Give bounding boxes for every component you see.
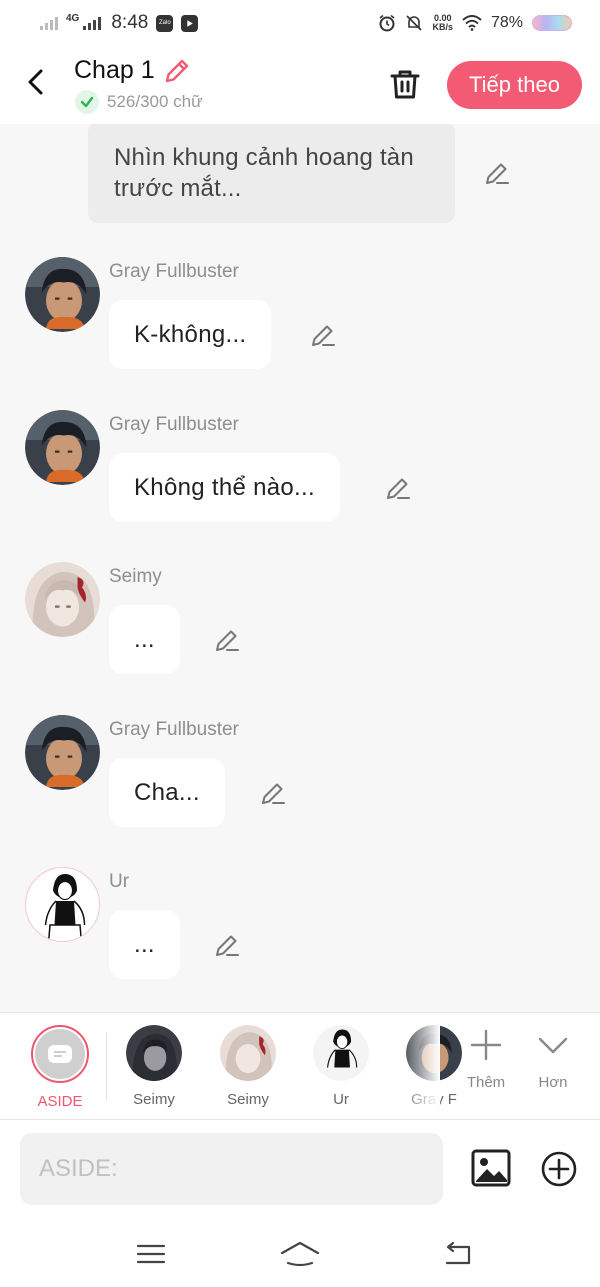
speaker-name: Gray Fullbuster: [109, 719, 239, 740]
edit-narration-button[interactable]: [482, 158, 512, 188]
character-chip[interactable]: Seimy: [208, 1023, 288, 1115]
character-avatar: [313, 1025, 369, 1081]
speaker-name: Gray Fullbuster: [109, 414, 239, 435]
edit-message-button[interactable]: [212, 930, 242, 960]
plus-circle-icon: [541, 1151, 577, 1187]
message-bubble[interactable]: Không thể nào...: [109, 453, 340, 522]
chapter-title[interactable]: Chap 1: [74, 56, 191, 85]
trash-icon: [390, 70, 420, 99]
pencil-icon: [486, 163, 509, 184]
image-icon: [471, 1149, 511, 1187]
nav-back-button[interactable]: [437, 1234, 477, 1274]
pencil-icon: [312, 325, 335, 346]
speaker-name: Seimy: [109, 566, 162, 587]
chat-area[interactable]: Nhìn khung cảnh hoang tàn trước mắt... G…: [0, 124, 600, 1012]
insert-image-button[interactable]: [470, 1147, 512, 1189]
more-characters-button[interactable]: Hơn: [525, 1027, 581, 1091]
chevron-left-icon: [28, 69, 43, 95]
scroll-fade: [400, 1013, 440, 1119]
network-type: 4G: [66, 12, 80, 24]
chapter-title-text: Chap 1: [74, 56, 155, 84]
battery-percent: 78%: [490, 14, 523, 31]
nav-home-button[interactable]: [280, 1234, 320, 1274]
back-button[interactable]: [18, 64, 54, 100]
character-label: Seimy: [133, 1091, 175, 1108]
aside-chip[interactable]: ASIDE: [20, 1023, 100, 1115]
insert-button[interactable]: [540, 1150, 578, 1188]
avatar-gray-fullbuster[interactable]: [25, 257, 100, 332]
message-bubble[interactable]: ...: [109, 910, 180, 979]
character-chip[interactable]: Ur: [301, 1023, 381, 1115]
edit-message-button[interactable]: [212, 625, 242, 655]
edit-message-button[interactable]: [258, 778, 288, 808]
add-character-button[interactable]: Thêm: [458, 1027, 514, 1091]
avatar-gray-fullbuster[interactable]: [25, 715, 100, 790]
more-label: Hơn: [538, 1074, 568, 1091]
character-avatar: [220, 1025, 276, 1081]
divider: [106, 1033, 107, 1101]
battery-icon: [532, 15, 572, 31]
message-bubble[interactable]: K-không...: [109, 300, 272, 369]
pencil-icon[interactable]: [163, 57, 191, 85]
check-icon: [75, 90, 99, 114]
edit-message-button[interactable]: [383, 473, 413, 503]
back-icon: [445, 1241, 471, 1265]
speaker-name: Gray Fullbuster: [109, 261, 239, 282]
narration-bubble[interactable]: Nhìn khung cảnh hoang tàn trước mắt...: [88, 124, 455, 223]
clock: 8:48: [111, 12, 149, 33]
system-nav-bar: [0, 1220, 600, 1287]
avatar-gray-fullbuster[interactable]: [25, 410, 100, 485]
zalo-notification-icon: Zalo: [156, 14, 174, 32]
chat-message: Ur ...: [0, 867, 600, 997]
pencil-icon: [387, 478, 410, 499]
chat-message: Gray Fullbuster K-không...: [0, 257, 600, 387]
menu-icon: [136, 1244, 166, 1264]
chat-message: Gray Fullbuster Không thể nào...: [0, 410, 600, 540]
wifi-icon: [462, 15, 482, 31]
character-selector: ASIDE Seimy Seimy Ur Gray F Thêm Hơn: [0, 1012, 600, 1120]
pencil-icon: [262, 783, 285, 804]
delete-chapter-button[interactable]: [385, 64, 425, 104]
chapter-header: Chap 1 526/300 chữ Tiếp theo: [0, 46, 600, 124]
signal-icon: [40, 16, 58, 30]
plus-icon: [470, 1029, 502, 1061]
muted-bell-icon: [406, 15, 423, 31]
alarm-icon: [379, 14, 395, 32]
network-speed: 0.00 KB/s: [432, 13, 453, 32]
next-button[interactable]: Tiếp theo: [447, 61, 582, 109]
add-label: Thêm: [466, 1074, 506, 1091]
message-input[interactable]: [20, 1133, 443, 1205]
status-bar: 4G 8:48 Zalo 0.00 KB/s 78%: [0, 0, 600, 46]
word-count: 526/300 chữ: [75, 90, 203, 114]
chevron-down-icon: [538, 1037, 568, 1054]
message-bubble[interactable]: ...: [109, 605, 180, 674]
character-label: Seimy: [227, 1091, 269, 1108]
chat-message: Seimy ...: [0, 562, 600, 692]
character-label: Ur: [333, 1091, 349, 1108]
chat-message: Gray Fullbuster Cha...: [0, 715, 600, 845]
aside-label: ASIDE: [37, 1093, 83, 1110]
avatar-seimy[interactable]: [25, 562, 100, 637]
edit-message-button[interactable]: [308, 320, 338, 350]
composer: [0, 1120, 600, 1220]
video-notification-icon: [181, 14, 199, 32]
character-avatar: [126, 1025, 182, 1081]
character-chip[interactable]: Seimy: [114, 1023, 194, 1115]
comment-icon: [48, 1045, 72, 1063]
message-bubble[interactable]: Cha...: [109, 758, 225, 827]
speaker-name: Ur: [109, 871, 130, 892]
pencil-icon: [216, 630, 239, 651]
signal-icon-2: [83, 16, 102, 30]
home-icon: [280, 1241, 320, 1267]
aside-avatar: [31, 1025, 89, 1083]
nav-menu-button[interactable]: [131, 1234, 171, 1274]
word-count-text: 526/300 chữ: [107, 92, 203, 111]
avatar-ur[interactable]: [25, 867, 100, 942]
pencil-icon: [216, 935, 239, 956]
